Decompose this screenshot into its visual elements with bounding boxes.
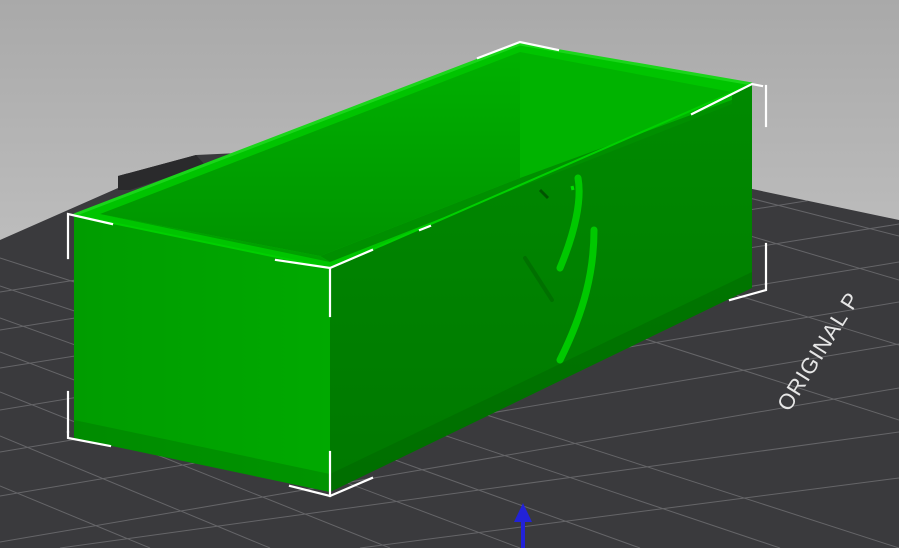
3d-viewport[interactable]: ORIGINAL P — [0, 0, 899, 548]
scene-canvas[interactable] — [0, 0, 899, 548]
